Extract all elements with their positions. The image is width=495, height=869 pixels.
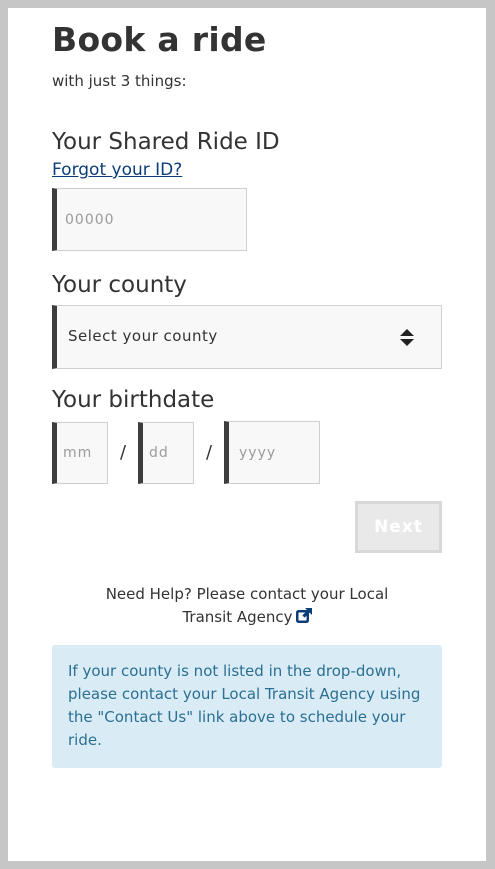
ride-id-label: Your Shared Ride ID <box>52 129 280 155</box>
next-button[interactable]: Next <box>355 501 442 553</box>
date-separator: / <box>120 442 127 463</box>
page-frame: Book a ride with just 3 things: Your Sha… <box>8 8 486 861</box>
transit-agency-link[interactable]: Transit Agency <box>182 608 312 626</box>
county-info-text: If your county is not listed in the drop… <box>68 662 421 749</box>
birthdate-label: Your birthdate <box>52 387 215 413</box>
county-select[interactable]: Select your county <box>52 305 442 369</box>
forgot-id-link[interactable]: Forgot your ID? <box>52 160 182 180</box>
county-label: Your county <box>52 272 187 298</box>
county-info-box: If your county is not listed in the drop… <box>52 645 442 768</box>
page-title: Book a ride <box>52 20 267 59</box>
date-separator: / <box>206 442 213 463</box>
help-message: Need Help? Please contact your Local <box>105 585 389 603</box>
ride-id-input[interactable] <box>52 188 247 251</box>
help-text: Need Help? Please contact your Local Tra… <box>52 583 442 629</box>
page-subtitle: with just 3 things: <box>52 72 187 90</box>
transit-agency-link-label: Transit Agency <box>182 608 293 626</box>
external-link-icon <box>295 608 312 623</box>
sort-arrows-icon <box>400 329 414 346</box>
birth-day-input[interactable] <box>138 422 194 484</box>
birth-month-input[interactable] <box>52 422 108 484</box>
birth-year-input[interactable] <box>224 421 320 484</box>
county-select-value: Select your county <box>68 327 218 345</box>
